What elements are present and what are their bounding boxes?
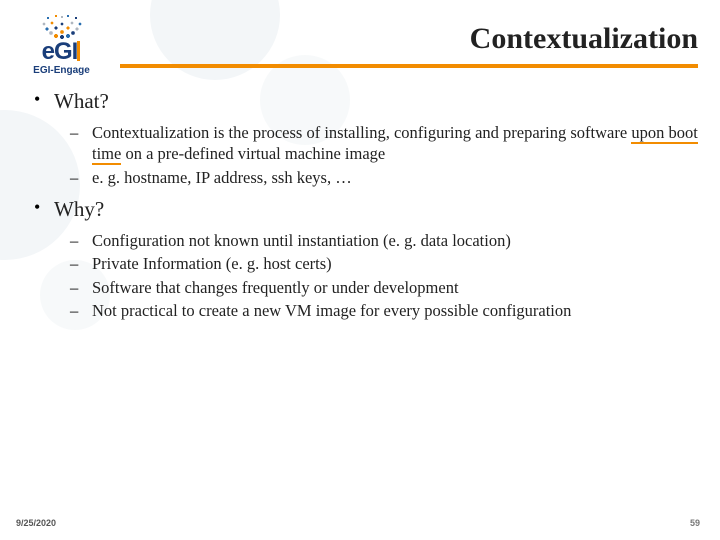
egi-logo: eGI EGI-Engage xyxy=(14,12,109,76)
slide-title: Contextualization xyxy=(470,22,698,56)
bullet-text: Private Information (e. g. host certs) xyxy=(92,254,332,273)
bullet-text: Not practical to create a new VM image f… xyxy=(92,301,571,320)
bullet-text: Configuration not known until instantiat… xyxy=(92,231,511,250)
footer-page-number: 59 xyxy=(690,518,700,528)
slide-content: What? Contextualization is the process of… xyxy=(28,88,698,330)
bullet-level2: Software that changes frequently or unde… xyxy=(84,277,698,298)
bullet-level2: Private Information (e. g. host certs) xyxy=(84,253,698,274)
bullet-level2: Configuration not known until instantiat… xyxy=(84,230,698,251)
bullet-label: What? xyxy=(54,89,109,113)
bullet-level2: Contextualization is the process of inst… xyxy=(84,122,698,165)
title-underline xyxy=(120,64,698,68)
bullet-level1: What? Contextualization is the process of… xyxy=(46,88,698,188)
logo-dots-icon xyxy=(22,12,102,40)
bullet-text: on a pre-defined virtual machine image xyxy=(121,144,385,163)
logo-text: eGI xyxy=(14,41,109,63)
bullet-label: Why? xyxy=(54,197,104,221)
bullet-text: e. g. hostname, IP address, ssh keys, … xyxy=(92,168,352,187)
bullet-text: Contextualization is the process of inst… xyxy=(92,123,631,142)
bullet-level1: Why? Configuration not known until instan… xyxy=(46,196,698,321)
bullet-level2: e. g. hostname, IP address, ssh keys, … xyxy=(84,167,698,188)
bullet-text: Software that changes frequently or unde… xyxy=(92,278,459,297)
bullet-level2: Not practical to create a new VM image f… xyxy=(84,300,698,321)
logo-subtext: EGI-Engage xyxy=(14,65,109,76)
footer-date: 9/25/2020 xyxy=(16,518,56,528)
